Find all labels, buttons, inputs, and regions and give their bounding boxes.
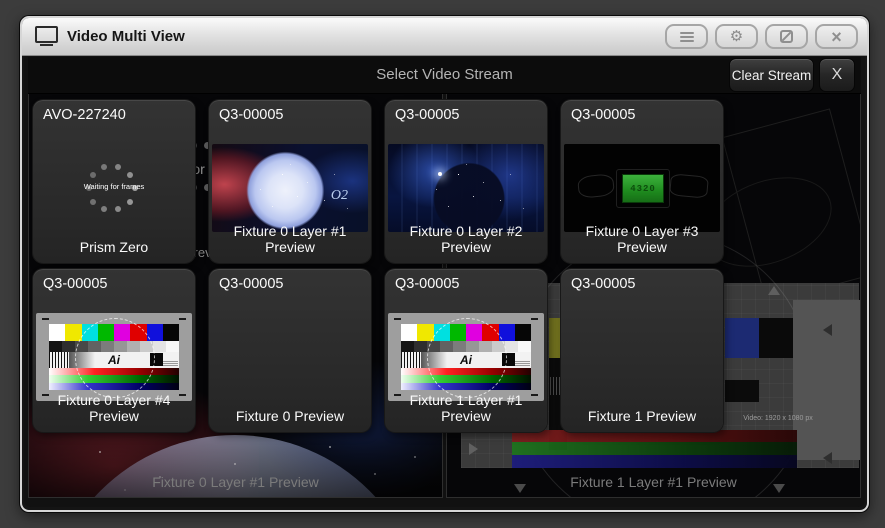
testcard-blue-square bbox=[725, 318, 759, 358]
barcode-strip bbox=[49, 352, 69, 368]
faint-outline-shape bbox=[576, 173, 616, 199]
tile-label: Fixture 1 Preview bbox=[587, 408, 697, 424]
stream-tile-fixture0-layer4[interactable]: Q3-00005 Ai Fixture 0 Layer #4 Preview bbox=[33, 269, 195, 432]
testcard-black-square bbox=[725, 380, 759, 402]
tile-thumbnail: 4320 bbox=[564, 144, 720, 232]
tile-label: Fixture 0 Preview bbox=[235, 408, 345, 424]
close-icon: × bbox=[831, 26, 842, 47]
monitor-icon bbox=[35, 26, 58, 46]
resize-icon bbox=[780, 30, 793, 43]
tile-source: Q3-00005 bbox=[395, 107, 460, 123]
waiting-status-text: Waiting for frames bbox=[83, 182, 145, 191]
arrow-up-icon bbox=[768, 286, 780, 295]
stream-tile-fixture0-layer3[interactable]: Q3-00005 4320 Fixture 0 Layer #3 Preview bbox=[561, 100, 723, 263]
arrow-right-icon bbox=[469, 443, 478, 455]
tile-label: Prism Zero bbox=[79, 239, 149, 255]
window-controls: ⚙ × bbox=[665, 24, 858, 49]
testcard-blue-gradient bbox=[512, 455, 797, 468]
tiny-text-lines bbox=[163, 361, 178, 366]
select-stream-bar: Select Video Stream Clear Stream X bbox=[28, 57, 861, 94]
testcard-tick bbox=[531, 394, 538, 396]
window-close-button[interactable]: × bbox=[815, 24, 858, 49]
overlay-close-button[interactable]: X bbox=[819, 58, 855, 92]
menu-icon bbox=[679, 31, 694, 42]
background-pane-left-label: Fixture 0 Layer #1 Preview bbox=[152, 474, 319, 490]
tile-source: Q3-00005 bbox=[571, 107, 636, 123]
stars-decoration bbox=[388, 144, 389, 145]
resize-button[interactable] bbox=[765, 24, 808, 49]
video-multi-view-window: Video Multi View ⚙ × for Preview Fixture… bbox=[20, 16, 869, 512]
faint-outline-shape bbox=[669, 173, 709, 199]
tile-label: Fixture 0 Layer #3 Preview bbox=[585, 223, 699, 255]
testcard-tick bbox=[394, 394, 401, 396]
tile-source: Q3-00005 bbox=[571, 276, 636, 292]
window-body: Waiting for frames Preview Fixture 0 Lay… bbox=[24, 56, 865, 507]
green-display: 4320 bbox=[622, 174, 664, 203]
tile-source: AVO-227240 bbox=[43, 107, 126, 123]
arrow-left-icon bbox=[823, 324, 832, 336]
tile-label: Fixture 0 Layer #1 Preview bbox=[233, 223, 347, 255]
arrow-left-icon bbox=[823, 452, 832, 464]
gear-icon: ⚙ bbox=[729, 28, 744, 45]
tile-thumbnail bbox=[388, 144, 544, 232]
testcard-circle bbox=[427, 318, 507, 398]
tiny-text-lines bbox=[515, 361, 530, 366]
stream-tile-fixture0[interactable]: Q3-00005 Fixture 0 Preview bbox=[209, 269, 371, 432]
stars-decoration bbox=[212, 144, 213, 145]
stream-tile-fixture1[interactable]: Q3-00005 Fixture 1 Preview bbox=[561, 269, 723, 432]
tile-label: Fixture 0 Layer #2 Preview bbox=[409, 223, 523, 255]
testcard-black-square bbox=[759, 318, 793, 358]
testcard-tick bbox=[394, 318, 401, 320]
settings-button[interactable]: ⚙ bbox=[715, 24, 758, 49]
testcard-tick bbox=[42, 318, 49, 320]
display-text: 4320 bbox=[630, 183, 656, 194]
testcard-video-info: Video: 1920 x 1080 px bbox=[743, 415, 813, 422]
testcard-tick bbox=[42, 394, 49, 396]
testcard-green-gradient bbox=[512, 442, 797, 455]
tile-source: Q3-00005 bbox=[219, 276, 284, 292]
tile-source: Q3-00005 bbox=[43, 276, 108, 292]
stream-tile-fixture1-layer1[interactable]: Q3-00005 Ai Fixture 1 Layer #1 Preview bbox=[385, 269, 547, 432]
tile-source: Q3-00005 bbox=[219, 107, 284, 123]
menu-button[interactable] bbox=[665, 24, 708, 49]
tile-thumbnail: Ai bbox=[36, 313, 192, 401]
testcard-tick bbox=[531, 318, 538, 320]
testcard-tick bbox=[179, 394, 186, 396]
clear-stream-button[interactable]: Clear Stream bbox=[729, 58, 814, 92]
tile-source: Q3-00005 bbox=[395, 276, 460, 292]
bright-star bbox=[438, 172, 442, 176]
background-pane-right-label: Fixture 1 Layer #1 Preview bbox=[570, 474, 737, 490]
screen: Video Multi View ⚙ × for Preview Fixture… bbox=[0, 0, 885, 528]
stream-tile-prism-zero[interactable]: AVO-227240 Waiting for frames Prism Zero bbox=[33, 100, 195, 263]
stream-tile-fixture0-layer1[interactable]: Q3-00005 O2 Fixture 0 Layer #1 Preview bbox=[209, 100, 371, 263]
titlebar[interactable]: Video Multi View ⚙ × bbox=[22, 18, 867, 56]
tile-thumbnail: O2 bbox=[212, 144, 368, 232]
stream-tile-fixture0-layer2[interactable]: Q3-00005 Fixture 0 Layer #2 Preview bbox=[385, 100, 547, 263]
thumbnail-overlay-text: O2 bbox=[330, 188, 348, 203]
tile-thumbnail: Ai bbox=[388, 313, 544, 401]
testcard-circle bbox=[75, 318, 155, 398]
window-title: Video Multi View bbox=[67, 28, 185, 45]
testcard-tick bbox=[179, 318, 186, 320]
barcode-strip bbox=[401, 352, 421, 368]
